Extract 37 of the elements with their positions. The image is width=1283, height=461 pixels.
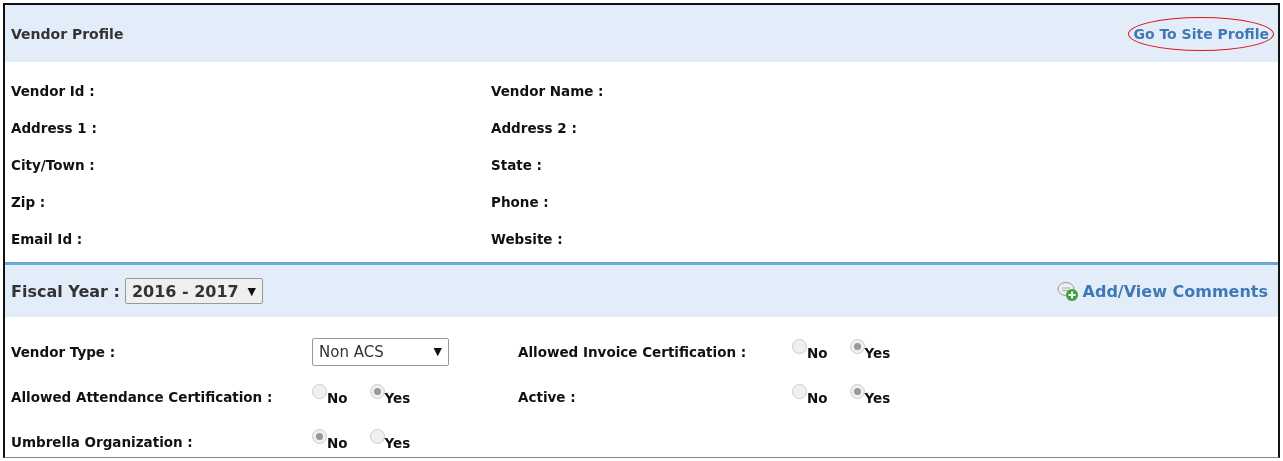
field-label: Address 2 : (491, 119, 578, 136)
field-label: State : (491, 156, 543, 173)
field-label: Vendor Name : (491, 82, 605, 99)
field-label: Zip : (11, 193, 47, 210)
field-label: Address 1 : (11, 119, 98, 136)
radio-button[interactable] (849, 383, 865, 399)
section-title: Vendor Profile (11, 25, 124, 42)
field-label: Umbrella Organization : (11, 433, 194, 450)
radio-option[interactable]: No (312, 387, 348, 406)
radio-option[interactable]: No (312, 432, 348, 451)
radio-option[interactable]: Yes (849, 387, 891, 406)
fiscal-year-select[interactable]: 2016 - 2017 ▼ (124, 278, 263, 304)
radio-option[interactable]: No (792, 387, 828, 406)
radio-option[interactable]: Yes (369, 432, 411, 451)
radio-button[interactable] (849, 338, 865, 354)
comments-link[interactable]: Add/View Comments (1056, 280, 1274, 302)
field-label: Vendor Type : (11, 343, 117, 360)
field-label: Website : (491, 230, 564, 247)
radio-button[interactable] (369, 383, 385, 399)
field-label: Email Id : (11, 230, 84, 247)
radio-button[interactable] (792, 338, 807, 354)
radio-button[interactable] (312, 428, 327, 444)
field-label: Vendor Id : (11, 82, 96, 99)
vendor-type-select[interactable]: Non ACS ▼ (312, 337, 449, 366)
field-label: Allowed Invoice Certification : (518, 343, 748, 360)
field-label: City/Town : (11, 156, 96, 173)
comment-add-icon (1056, 280, 1079, 302)
radio-option[interactable]: Yes (369, 387, 411, 406)
radio-button[interactable] (369, 428, 385, 444)
field-label: Active : (518, 388, 577, 405)
radio-button[interactable] (312, 383, 327, 399)
field-label: Allowed Attendance Certification : (11, 388, 274, 405)
radio-button[interactable] (792, 383, 807, 399)
field-label: Phone : (491, 193, 550, 210)
radio-option[interactable]: Yes (849, 342, 891, 361)
fiscal-year-label: Fiscal Year : (11, 281, 120, 301)
radio-option[interactable]: No (792, 342, 828, 361)
